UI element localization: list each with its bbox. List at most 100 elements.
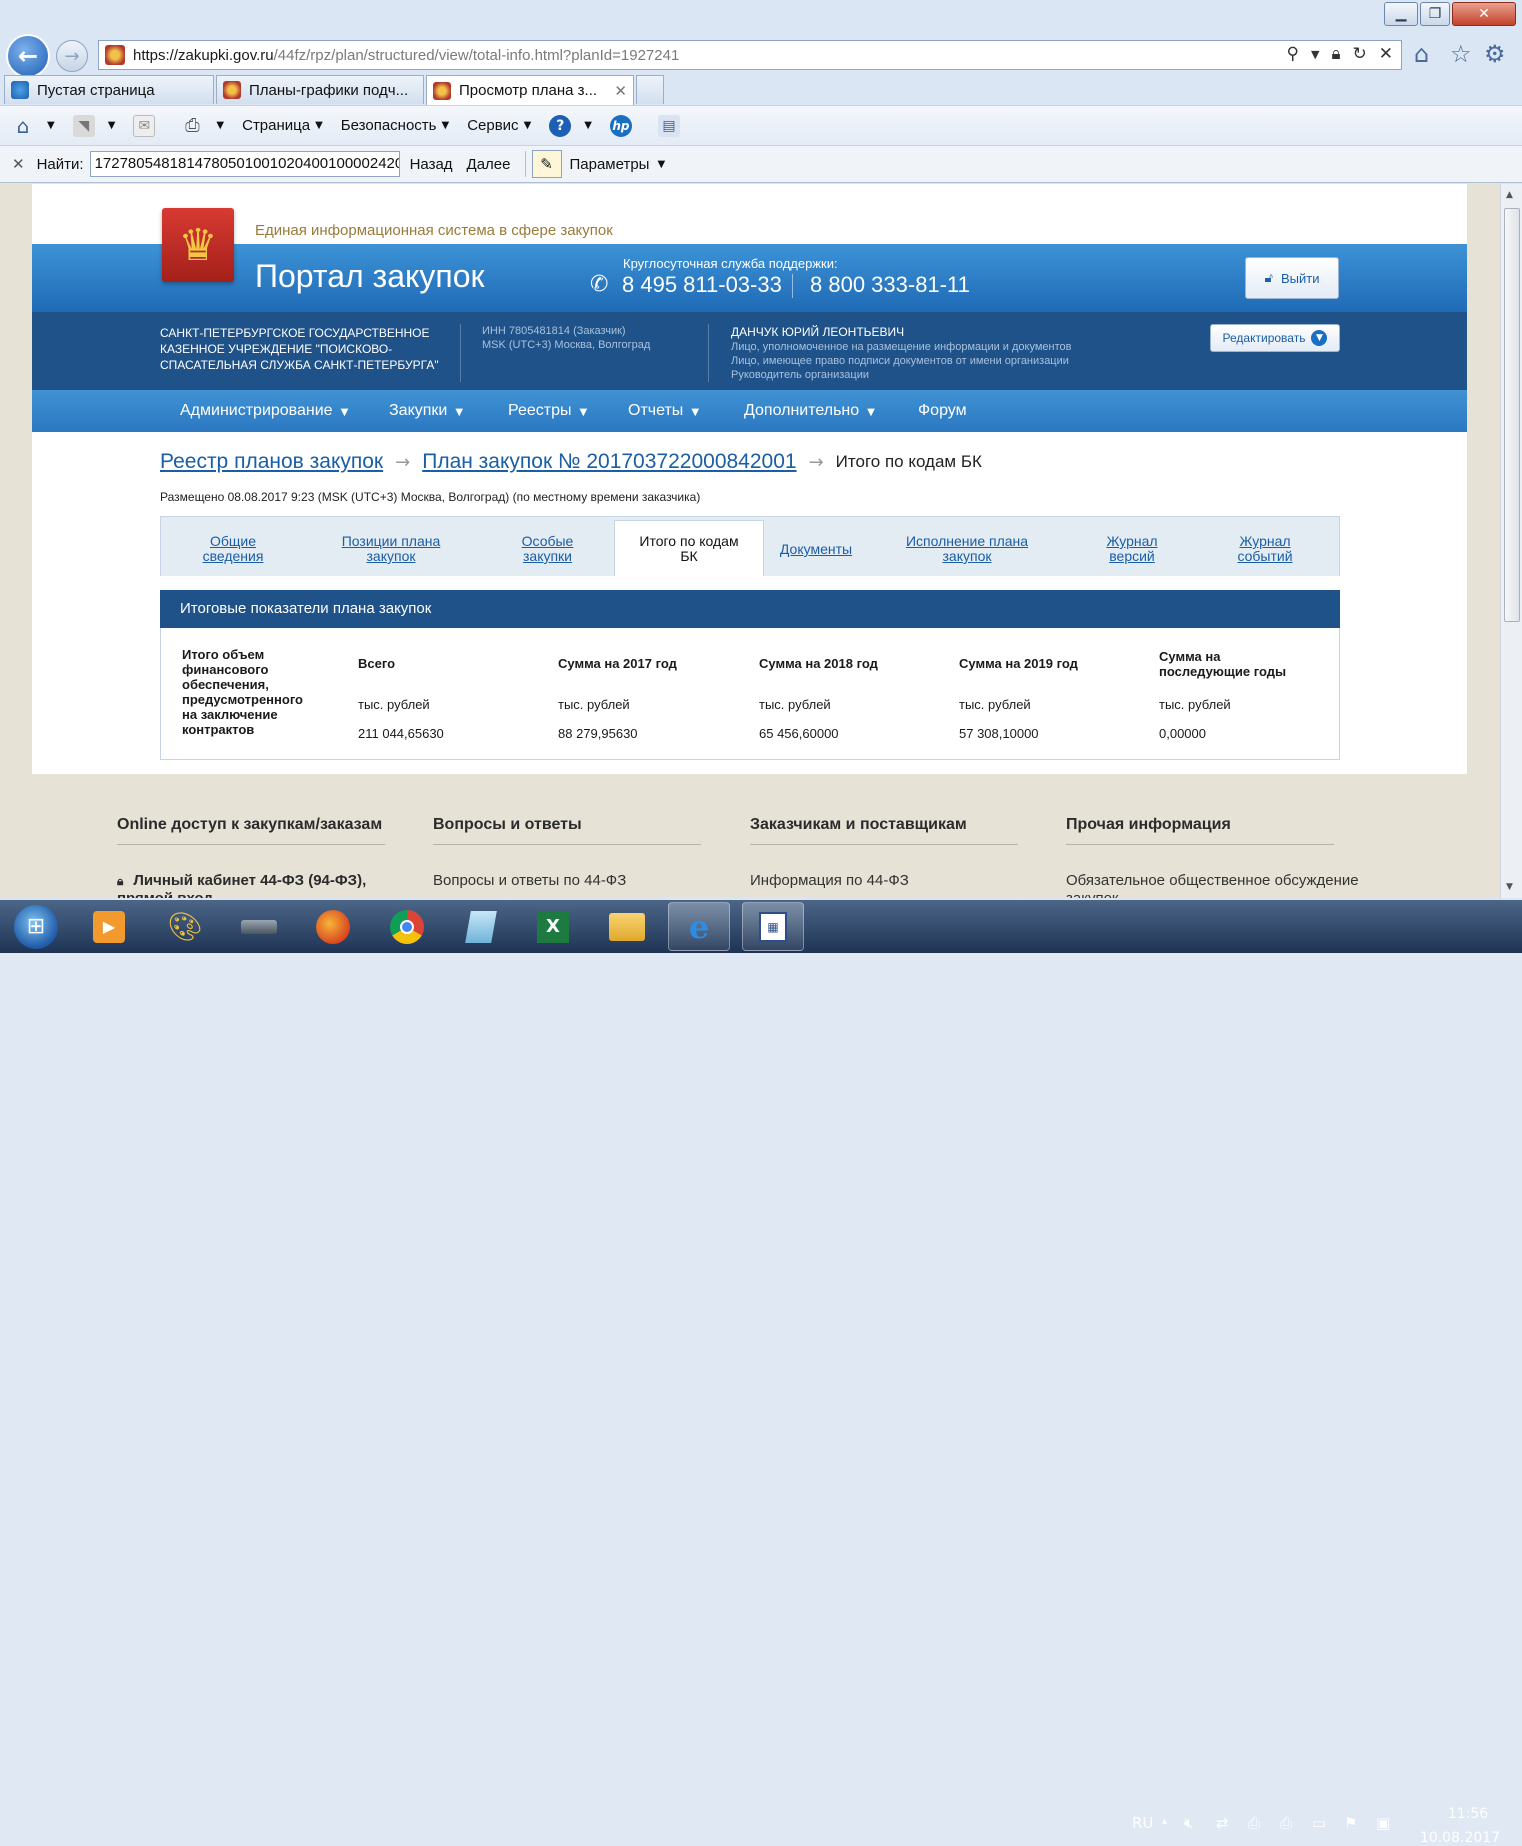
network-icon[interactable]: ⇄: [1216, 1814, 1229, 1832]
search-icon[interactable]: ⚲: [1287, 44, 1299, 64]
monitor-icon[interactable]: ▭: [1312, 1814, 1326, 1832]
edit-button[interactable]: Редактировать ▼: [1210, 324, 1340, 352]
column-unit: тыс. рублей: [759, 697, 831, 712]
back-button[interactable]: ←: [6, 34, 50, 78]
language-indicator[interactable]: RU: [1132, 1814, 1153, 1832]
gear-icon[interactable]: ⚙: [1484, 40, 1506, 68]
arrow-right-icon: →: [395, 451, 411, 473]
favorites-star-icon[interactable]: ☆: [1450, 40, 1472, 68]
phone-number: 8 800 333-81-11: [810, 272, 970, 297]
refresh-icon[interactable]: ↻: [1353, 44, 1367, 64]
nav-label: Дополнительно: [744, 402, 860, 419]
scroll-down-icon[interactable]: ▼: [1506, 882, 1513, 892]
flag-icon[interactable]: ⚑: [1344, 1814, 1357, 1832]
breadcrumb-plan-link[interactable]: План закупок № 201703722000842001: [422, 450, 796, 474]
find-input[interactable]: 1727805481814780501001020400100002420000…: [89, 151, 400, 177]
taskbar-explorer[interactable]: [596, 902, 658, 951]
taskbar-chrome[interactable]: [376, 902, 438, 951]
hp-icon: hp: [609, 114, 632, 137]
service-menu-label: Сервис: [467, 117, 519, 134]
nav-purchases[interactable]: Закупки ▼: [389, 402, 463, 420]
dropdown-icon[interactable]: ▼: [1311, 44, 1319, 64]
stop-icon[interactable]: ✕: [1379, 44, 1393, 64]
browser-tab[interactable]: Пустая страница: [4, 75, 214, 104]
feeds-menu[interactable]: ◥ ▼: [72, 114, 115, 137]
footer-link[interactable]: Вопросы и ответы по 44-ФЗ: [433, 872, 626, 889]
nav-admin[interactable]: Администрирование ▼: [180, 402, 348, 420]
highlight-icon[interactable]: ✎: [531, 150, 562, 178]
breadcrumb-registry-link[interactable]: Реестр планов закупок: [160, 450, 383, 474]
printer-icon[interactable]: ⎙: [1280, 1814, 1292, 1832]
help-menu[interactable]: ? ▼: [549, 114, 592, 137]
coat-of-arms-logo: ♛: [162, 208, 234, 282]
nav-registries[interactable]: Реестры ▼: [508, 402, 587, 420]
org-inn: ИНН 7805481814 (Заказчик): [482, 325, 626, 337]
footer-link[interactable]: Обязательное общественное обсуждение зак…: [1066, 872, 1366, 898]
taskbar-excel[interactable]: X: [522, 902, 584, 951]
find-params-menu[interactable]: Параметры: [570, 156, 650, 173]
device-icon[interactable]: ▣: [1376, 1814, 1390, 1832]
chevron-up-icon[interactable]: ▴: [1162, 1816, 1167, 1827]
tab-documents[interactable]: Документы: [774, 542, 858, 557]
taskbar-calendar[interactable]: ▦: [742, 902, 804, 951]
print-menu[interactable]: ⎙ ▼: [181, 115, 224, 137]
forward-button[interactable]: →: [56, 40, 88, 72]
taskbar-scanner[interactable]: [228, 902, 290, 951]
close-window-button[interactable]: ✕: [1452, 2, 1516, 26]
nav-more[interactable]: Дополнительно ▼: [744, 402, 875, 420]
clock-date[interactable]: 10.08.2017: [1412, 1830, 1508, 1846]
browser-tab[interactable]: Планы-графики подч...: [216, 75, 424, 104]
tab-special[interactable]: Особые закупки: [515, 534, 580, 564]
tab-general[interactable]: Общие сведения: [198, 534, 268, 564]
taskbar-notes[interactable]: [450, 902, 512, 951]
taskbar-firefox[interactable]: [302, 902, 364, 951]
address-bar[interactable]: https://zakupki.gov.ru/44fz/rpz/plan/str…: [98, 40, 1402, 70]
vertical-scrollbar[interactable]: ▲ ▼: [1500, 184, 1522, 898]
lock-icon[interactable]: 🔒︎: [1331, 44, 1340, 64]
nav-reports[interactable]: Отчеты ▼: [628, 402, 699, 420]
close-find-icon[interactable]: ✕: [12, 155, 25, 173]
hp-button[interactable]: hp: [609, 114, 640, 137]
tab-totals-bk[interactable]: Итого по кодам БК: [630, 534, 748, 564]
divider: [708, 324, 709, 382]
find-next-button[interactable]: Далее: [467, 156, 511, 173]
maximize-button[interactable]: ❐: [1420, 2, 1450, 26]
footer-link[interactable]: 🔒︎Личный кабинет 44-ФЗ (94-ФЗ), прямой в…: [117, 872, 407, 898]
scrollbar-thumb[interactable]: [1504, 208, 1520, 622]
tab-versions-log[interactable]: Журнал версий: [1096, 534, 1168, 564]
taskbar-media-player[interactable]: ▶: [78, 902, 140, 951]
nav-label: Реестры: [508, 402, 572, 419]
start-button[interactable]: ⊞: [4, 902, 68, 951]
minimize-button[interactable]: ▁: [1384, 2, 1418, 26]
logout-button[interactable]: 🔓︎ Выйти: [1245, 257, 1339, 299]
clock-time[interactable]: 11:56: [1428, 1806, 1508, 1822]
home-menu[interactable]: ⌂ ▼: [12, 114, 55, 138]
taskbar-ie[interactable]: e: [668, 902, 730, 951]
home-icon[interactable]: ⌂: [1414, 40, 1429, 68]
mail-button[interactable]: ✉: [133, 114, 163, 137]
page-menu[interactable]: Страница ▼: [242, 117, 323, 134]
tab-execution[interactable]: Исполнение плана закупок: [900, 534, 1034, 564]
nav-forum[interactable]: Форум: [918, 402, 967, 420]
divider: [433, 844, 701, 845]
security-menu[interactable]: Безопасность ▼: [341, 117, 449, 134]
total-value: 57 308,10000: [959, 726, 1039, 741]
find-back-button[interactable]: Назад: [410, 156, 453, 173]
tab-events-log[interactable]: Журнал событий: [1230, 534, 1300, 564]
browser-tab-active[interactable]: Просмотр плана з... ✕: [426, 75, 634, 105]
close-tab-icon[interactable]: ✕: [614, 82, 627, 100]
site-title[interactable]: Портал закупок: [255, 258, 485, 295]
volume-muted-icon[interactable]: 🔇︎: [1184, 1814, 1193, 1832]
service-menu[interactable]: Сервис ▼: [467, 117, 531, 134]
research-button[interactable]: ▤: [657, 114, 688, 137]
footer-heading: Заказчикам и поставщикам: [750, 816, 967, 833]
tab-positions[interactable]: Позиции плана закупок: [336, 534, 446, 564]
printer-icon[interactable]: ⎙: [1248, 1814, 1260, 1832]
scroll-up-icon[interactable]: ▲: [1506, 190, 1513, 200]
taskbar-paint[interactable]: 🎨︎: [154, 902, 216, 951]
notes-icon: [465, 910, 497, 943]
new-tab-button[interactable]: [636, 75, 664, 104]
footer-link[interactable]: Информация по 44-ФЗ: [750, 872, 909, 889]
total-value: 0,00000: [1159, 726, 1206, 741]
total-value: 65 456,60000: [759, 726, 839, 741]
